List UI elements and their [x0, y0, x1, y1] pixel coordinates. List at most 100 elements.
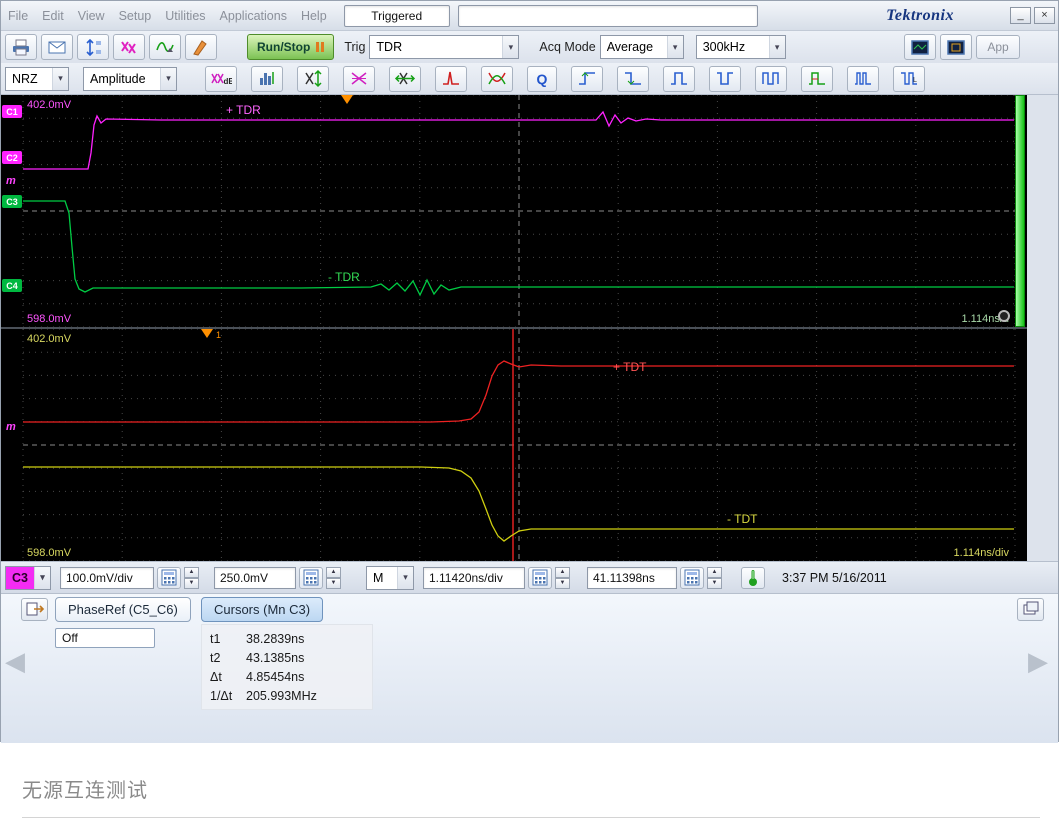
lower-graticule[interactable]: + TDT- TDT402.0mV598.0mV1.114ns/div1m: [1, 329, 1027, 561]
menu-help[interactable]: Help: [294, 9, 334, 23]
horizontal-position-spin-down[interactable]: ▼: [707, 578, 722, 589]
menu-utilities[interactable]: Utilities: [158, 9, 212, 23]
vertical-scale-readout: 100.0mV/div: [60, 567, 154, 589]
q-measurement-button[interactable]: Q: [527, 66, 557, 92]
horizontal-scale-spin-up[interactable]: ▲: [555, 567, 570, 578]
pos-pulse-icon[interactable]: [663, 66, 695, 92]
vertical-arrows-icon[interactable]: [77, 34, 109, 60]
channel-marker-c2[interactable]: C2: [2, 151, 22, 164]
vertical-scale-spinner[interactable]: ▲▼: [184, 567, 199, 589]
menu-bar: FileEditViewSetupUtilitiesApplicationsHe…: [1, 1, 1058, 31]
measure-category-select[interactable]: Amplitude▾: [83, 67, 177, 91]
neg-pulse-icon[interactable]: [709, 66, 741, 92]
panel-left-arrow[interactable]: ◀: [5, 646, 25, 677]
horizontal-position-spinner[interactable]: ▲▼: [707, 567, 722, 589]
horizontal-position-spin-up[interactable]: ▲: [707, 567, 722, 578]
cursor-readout-value: 205.993MHz: [246, 689, 317, 703]
vertical-offset-spin-up[interactable]: ▲: [326, 567, 341, 578]
run-stop-label: Run/Stop: [257, 40, 310, 54]
vertical-scale-keypad-button[interactable]: [157, 567, 181, 589]
scale-knob-icon[interactable]: [998, 310, 1010, 322]
cursor-readouts: t138.2839nst243.1385nsΔt4.85454ns1/Δt205…: [201, 624, 373, 710]
channel-marker-c3[interactable]: C3: [2, 195, 22, 208]
close-button[interactable]: ×: [1034, 7, 1055, 24]
math-marker: m: [6, 421, 16, 433]
autoscale-horizontal-icon[interactable]: [389, 66, 421, 92]
gain-db-icon[interactable]: dB: [205, 66, 237, 92]
cursor-readout-label: Δt: [210, 670, 246, 684]
horizontal-scale-keypad-button[interactable]: [528, 567, 552, 589]
horizontal-scale-readout: 1.11420ns/div: [423, 567, 525, 589]
rise-step-icon[interactable]: [571, 66, 603, 92]
trigger-status: Triggered: [344, 5, 450, 27]
vertical-offset-spinner[interactable]: ▲▼: [326, 567, 341, 589]
screen-capture-icon[interactable]: [904, 34, 936, 60]
run-stop-button[interactable]: Run/Stop: [247, 34, 334, 60]
svg-text:402.0mV: 402.0mV: [27, 333, 72, 345]
chevron-down-icon: ▾: [34, 567, 50, 589]
acq-rate-select[interactable]: 300kHz▾: [696, 35, 786, 59]
acq-mode-select[interactable]: Average ▾: [600, 35, 684, 59]
channel-select[interactable]: C3▾: [5, 566, 51, 590]
channel-marker-c1[interactable]: C1: [2, 105, 22, 118]
phaseref-off-button[interactable]: Off: [55, 628, 155, 648]
duty-cycle-icon[interactable]: [801, 66, 833, 92]
panel-window-icon[interactable]: [1017, 598, 1044, 621]
menu-items: FileEditViewSetupUtilitiesApplicationsHe…: [1, 9, 334, 23]
histogram-icon[interactable]: [251, 66, 283, 92]
trigger-source-select[interactable]: TDR ▾: [369, 35, 519, 59]
acq-rate-select-value: 300kHz: [703, 40, 745, 54]
trigger-source-select-value: TDR: [376, 40, 402, 54]
menu-view[interactable]: View: [71, 9, 112, 23]
menu-setup[interactable]: Setup: [112, 9, 159, 23]
vertical-scale-bar[interactable]: [1015, 95, 1025, 327]
math-waveform-icon[interactable]: [149, 34, 181, 60]
panel-right-arrow[interactable]: ▶: [1028, 646, 1048, 677]
panel-export-icon[interactable]: [21, 598, 48, 621]
vertical-offset-keypad-button[interactable]: [299, 567, 323, 589]
signal-type-select-value: NRZ: [12, 72, 38, 86]
export-icon[interactable]: [41, 34, 73, 60]
acq-mode-label: Acq Mode: [539, 40, 595, 54]
fall-step-icon[interactable]: [617, 66, 649, 92]
chevron-down-icon: ▾: [52, 68, 68, 90]
square-wave-icon[interactable]: [755, 66, 787, 92]
pause-icon: [316, 42, 324, 52]
mask-test-icon[interactable]: [343, 66, 375, 92]
tab-cursors[interactable]: Cursors (Mn C3): [201, 597, 323, 622]
clear-measure-icon[interactable]: [113, 34, 145, 60]
menu-edit[interactable]: Edit: [35, 9, 71, 23]
print-icon[interactable]: [5, 34, 37, 60]
menu-file[interactable]: File: [1, 9, 35, 23]
vertical-offset-spin-down[interactable]: ▼: [326, 578, 341, 589]
acq-mode-select-value: Average: [607, 40, 653, 54]
chevron-down-icon: ▾: [667, 36, 683, 58]
chevron-down-icon: ▾: [502, 36, 518, 58]
signal-type-select[interactable]: NRZ ▾: [5, 67, 69, 91]
channel-marker-c4[interactable]: C4: [2, 279, 22, 292]
upper-graticule[interactable]: + TDR- TDR402.0mV598.0mV1.114ns/dC1C2C3C…: [1, 95, 1027, 327]
timebase-select[interactable]: M▾: [366, 566, 414, 590]
burst-icon[interactable]: [847, 66, 879, 92]
horizontal-position-keypad-button[interactable]: [680, 567, 704, 589]
horizontal-scale-spinner[interactable]: ▲▼: [555, 567, 570, 589]
autoscale-vertical-icon[interactable]: [297, 66, 329, 92]
eye-diagram-icon[interactable]: [481, 66, 513, 92]
timebase-select-value: M: [373, 571, 383, 585]
svg-text:1.114ns/div: 1.114ns/div: [954, 547, 1010, 559]
horizontal-position-readout: 41.11398ns: [587, 567, 677, 589]
tab-phaseref[interactable]: PhaseRef (C5_C6): [55, 597, 191, 622]
app-button[interactable]: App: [976, 35, 1020, 59]
vertical-scale-spin-up[interactable]: ▲: [184, 567, 199, 578]
minimize-button[interactable]: _: [1010, 7, 1031, 24]
nrz-pattern-icon[interactable]: L: [893, 66, 925, 92]
brush-icon[interactable]: [185, 34, 217, 60]
vertical-scale-spin-down[interactable]: ▼: [184, 578, 199, 589]
cursor-readout-row: t138.2839ns: [210, 629, 364, 648]
dark-level-icon[interactable]: [435, 66, 467, 92]
chevron-down-icon: ▾: [160, 68, 176, 90]
menu-applications[interactable]: Applications: [213, 9, 294, 23]
horizontal-scale-spin-down[interactable]: ▼: [555, 578, 570, 589]
temperature-icon[interactable]: [741, 567, 765, 589]
zoom-window-icon[interactable]: [940, 34, 972, 60]
